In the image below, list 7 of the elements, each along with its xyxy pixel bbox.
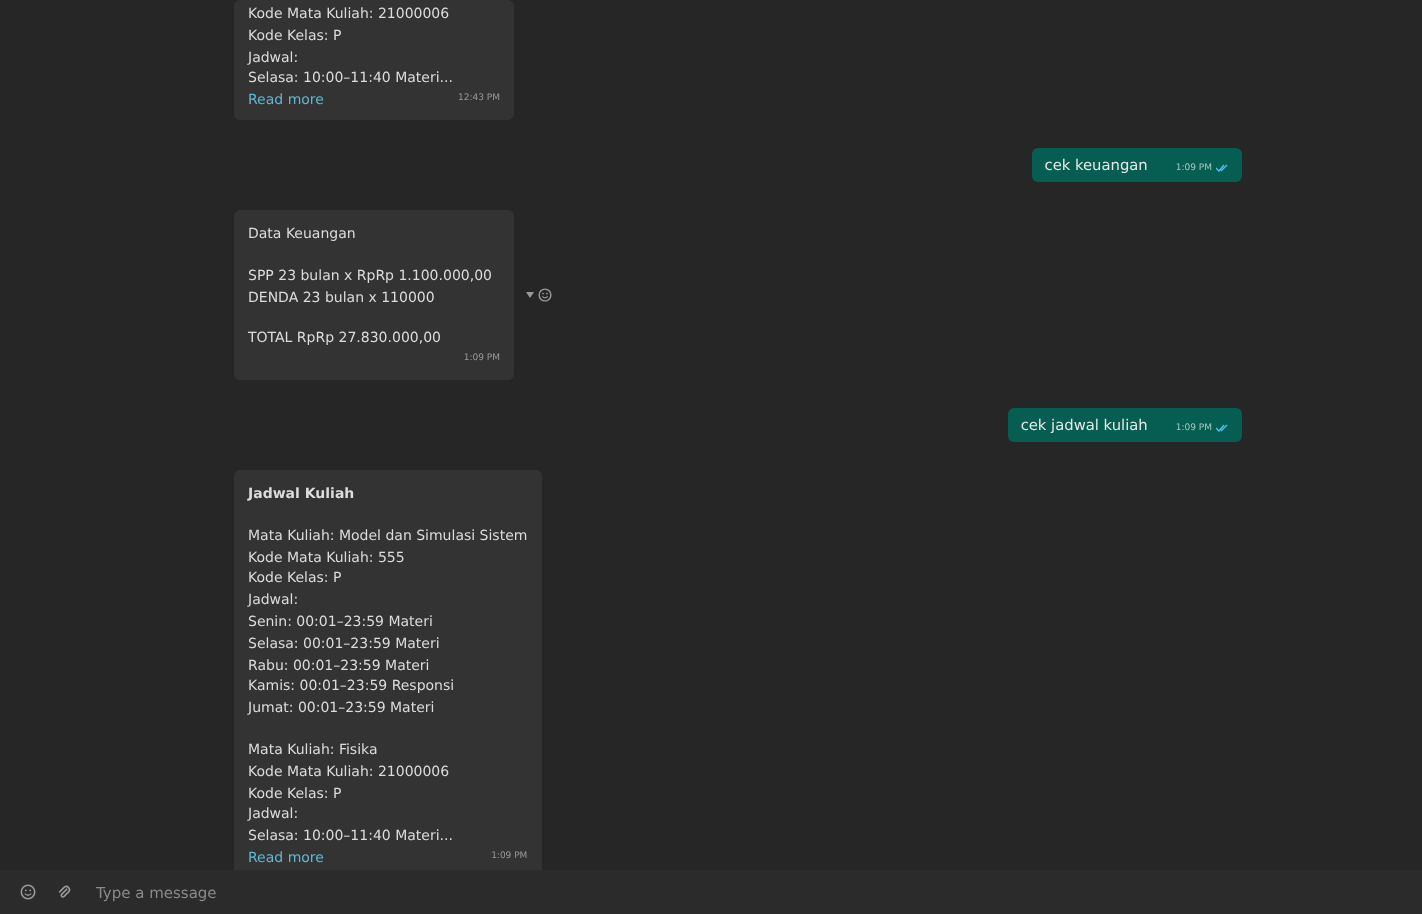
emoji-button[interactable]	[20, 884, 36, 900]
smiley-icon	[538, 287, 552, 302]
paperclip-icon	[56, 884, 72, 900]
caret-icon	[526, 291, 534, 298]
reaction-button[interactable]	[526, 287, 552, 302]
attach-button[interactable]	[56, 884, 72, 900]
smiley-icon	[20, 884, 36, 900]
